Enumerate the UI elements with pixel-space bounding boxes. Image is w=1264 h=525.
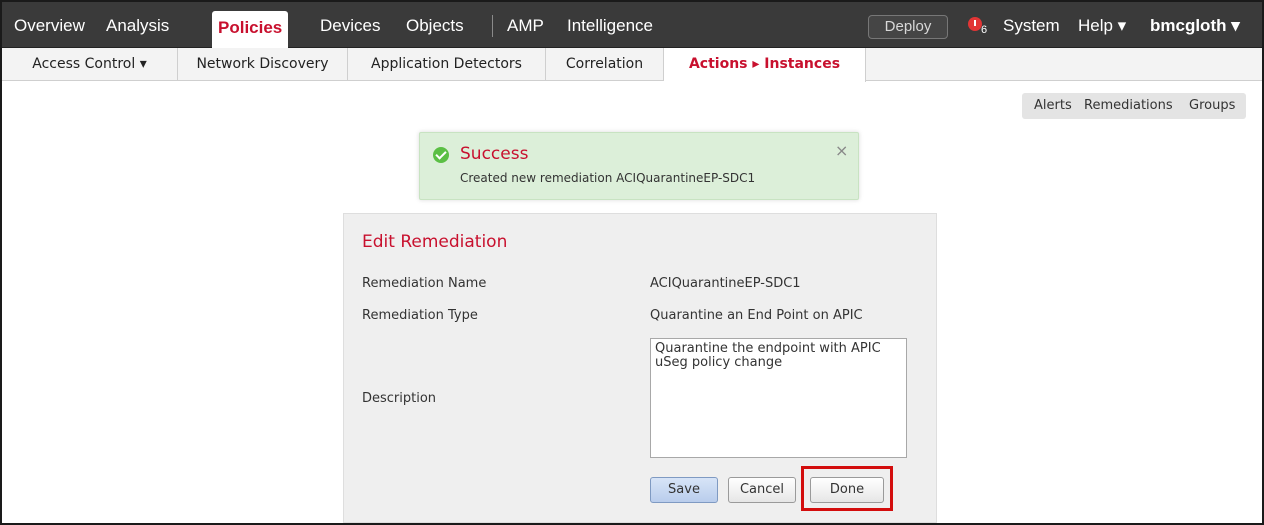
description-field[interactable]: Quarantine the endpoint with APIC uSeg p… — [650, 338, 907, 458]
help-menu[interactable]: Help ▾ — [1078, 12, 1126, 40]
user-menu[interactable]: bmcgloth ▾ — [1150, 12, 1240, 40]
remediations-link[interactable]: Remediations — [1084, 93, 1173, 119]
tab-correlation[interactable]: Correlation — [546, 48, 664, 81]
edit-remediation-panel: Edit Remediation Remediation Name ACIQua… — [343, 213, 937, 523]
nav-policies[interactable]: Policies — [212, 11, 289, 49]
sub-navigation: Access Control ▾ Network Discovery Appli… — [2, 48, 1262, 82]
nav-intelligence[interactable]: Intelligence — [567, 12, 653, 40]
description-label: Description — [362, 391, 437, 406]
page-actions: Alerts Remediations Groups — [1022, 93, 1246, 119]
nav-objects[interactable]: Objects — [406, 12, 464, 40]
nav-analysis[interactable]: Analysis — [106, 12, 169, 40]
top-navigation: Overview Analysis Policies Devices Objec… — [2, 2, 1262, 49]
success-alert: Success Created new remediation ACIQuara… — [419, 132, 859, 200]
nav-devices[interactable]: Devices — [320, 12, 380, 40]
cancel-button[interactable]: Cancel — [728, 477, 796, 503]
tab-network-discovery[interactable]: Network Discovery — [178, 48, 348, 81]
system-menu[interactable]: System — [1003, 12, 1060, 40]
done-button[interactable]: Done — [810, 477, 884, 503]
tab-access-control[interactable]: Access Control ▾ — [2, 48, 178, 81]
deploy-button[interactable]: Deploy — [868, 15, 948, 39]
remediation-name-label: Remediation Name — [362, 276, 487, 291]
tab-application-detectors[interactable]: Application Detectors — [348, 48, 546, 81]
tab-actions-instances[interactable]: Actions ▸ Instances — [664, 48, 866, 82]
groups-link[interactable]: Groups — [1189, 93, 1235, 119]
alert-count: 6 — [981, 24, 988, 36]
remediation-name-value: ACIQuarantineEP-SDC1 — [650, 276, 801, 291]
remediation-type-label: Remediation Type — [362, 308, 478, 323]
close-icon[interactable]: × — [835, 141, 848, 160]
check-circle-icon — [433, 147, 449, 163]
save-button[interactable]: Save — [650, 477, 718, 503]
success-message: Created new remediation ACIQuarantineEP-… — [460, 171, 756, 185]
panel-title: Edit Remediation — [362, 232, 508, 252]
app-window: Overview Analysis Policies Devices Objec… — [0, 0, 1264, 525]
nav-amp[interactable]: AMP — [507, 12, 544, 40]
success-title: Success — [460, 144, 529, 164]
nav-separator — [492, 15, 493, 37]
alerts-link[interactable]: Alerts — [1034, 93, 1072, 119]
alert-icon[interactable] — [968, 17, 982, 31]
nav-overview[interactable]: Overview — [14, 12, 85, 40]
remediation-type-value: Quarantine an End Point on APIC — [650, 308, 863, 323]
